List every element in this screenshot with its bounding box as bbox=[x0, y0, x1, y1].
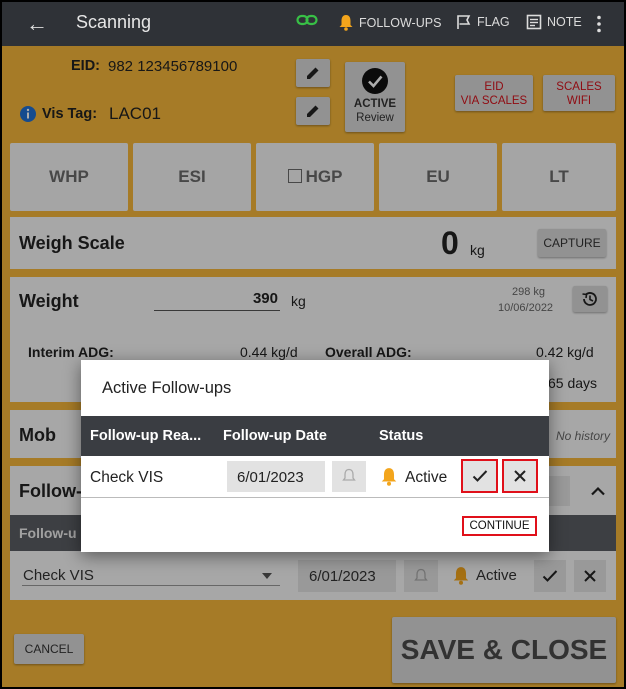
followups-label: FOLLOW-UPS bbox=[359, 15, 442, 30]
flag-icon bbox=[457, 15, 471, 29]
dialog-complete-button[interactable] bbox=[461, 459, 498, 493]
flag-label: FLAG bbox=[477, 15, 510, 29]
col-header-status: Status bbox=[379, 428, 424, 444]
dialog-row-date: 6/01/2023 bbox=[237, 469, 304, 486]
dialog-title: Active Follow-ups bbox=[102, 379, 232, 397]
screen-title: Scanning bbox=[76, 12, 152, 32]
flag-action[interactable]: FLAG bbox=[456, 14, 510, 30]
note-action[interactable]: NOTE bbox=[526, 14, 582, 30]
followups-action[interactable]: FOLLOW-UPS bbox=[338, 14, 441, 31]
bell-active-icon bbox=[381, 468, 397, 486]
close-icon bbox=[514, 470, 526, 482]
check-icon bbox=[472, 470, 487, 482]
active-followups-dialog: Active Follow-ups Follow-up Rea... Follo… bbox=[81, 360, 549, 552]
dialog-table-row: Check VIS 6/01/2023 Active bbox=[81, 456, 549, 498]
app-frame: ← Scanning FOLLOW-UPS FLAG NOTE EID: 982… bbox=[0, 0, 626, 689]
bell-outline-icon bbox=[342, 468, 356, 481]
more-vert-icon[interactable] bbox=[596, 15, 602, 33]
col-header-reason: Follow-up Rea... bbox=[90, 428, 202, 444]
dialog-row-date-field[interactable]: 6/01/2023 bbox=[227, 461, 325, 492]
dialog-row-status: Active bbox=[405, 469, 448, 486]
bell-icon bbox=[339, 15, 353, 31]
link-icon[interactable] bbox=[296, 13, 318, 27]
back-arrow-icon[interactable]: ← bbox=[26, 11, 48, 37]
note-icon bbox=[526, 14, 542, 30]
app-bar: ← Scanning FOLLOW-UPS FLAG NOTE bbox=[2, 2, 624, 46]
note-label: NOTE bbox=[547, 15, 582, 29]
col-header-date: Follow-up Date bbox=[223, 428, 327, 444]
dialog-table-header: Follow-up Rea... Follow-up Date Status bbox=[81, 416, 549, 456]
dialog-row-reason: Check VIS bbox=[90, 469, 164, 486]
dialog-delete-button[interactable] bbox=[502, 459, 538, 493]
continue-button[interactable]: CONTINUE bbox=[462, 516, 537, 536]
dialog-reminder-button[interactable] bbox=[332, 461, 366, 492]
